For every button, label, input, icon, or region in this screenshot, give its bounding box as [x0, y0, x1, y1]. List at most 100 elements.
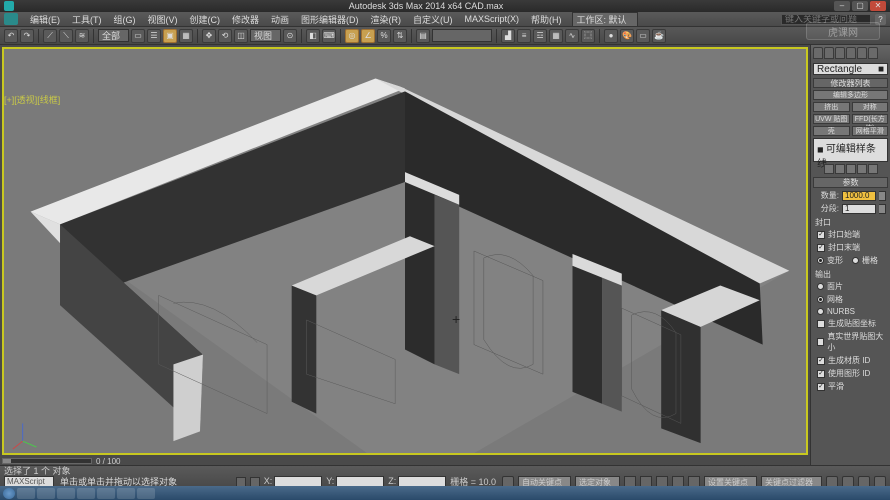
menu-view[interactable]: 视图(V)	[142, 13, 184, 26]
object-name-field[interactable]: Rectangle■	[813, 63, 888, 75]
spinner-snap-button[interactable]: ⇅	[393, 29, 407, 43]
render-setup-button[interactable]: 🎨	[620, 29, 634, 43]
menu-edit[interactable]: 编辑(E)	[24, 13, 66, 26]
taskbar-explorer[interactable]	[17, 488, 35, 499]
help-search-input[interactable]	[781, 14, 871, 25]
grid-radio[interactable]	[852, 257, 859, 264]
modifier-list-dropdown[interactable]: 修改器列表	[813, 78, 888, 88]
named-selection-sets-button[interactable]: ▤	[416, 29, 430, 43]
smooth-checkbox[interactable]: ✓	[817, 383, 825, 391]
output-patch-radio[interactable]	[817, 283, 824, 290]
amount-spin-buttons[interactable]	[879, 191, 886, 201]
motion-tab[interactable]	[846, 47, 856, 59]
mod-btn-shell[interactable]: 壳	[813, 126, 850, 136]
bind-space-warp-button[interactable]: ≋	[75, 29, 89, 43]
gen-matid-checkbox[interactable]: ✓	[817, 357, 825, 365]
render-production-button[interactable]: ☕	[652, 29, 666, 43]
real-world-checkbox[interactable]	[817, 338, 824, 346]
mod-btn-uvw[interactable]: UVW 贴图	[813, 114, 850, 124]
close-button[interactable]: ✕	[870, 1, 886, 11]
menu-tools[interactable]: 工具(T)	[66, 13, 108, 26]
show-end-result-button[interactable]	[835, 164, 845, 174]
undo-button[interactable]: ↶	[4, 29, 18, 43]
viewport-label[interactable]: [+][透视][线框]	[4, 93, 60, 106]
use-pivot-center-button[interactable]: ⊙	[283, 29, 297, 43]
amount-spinner[interactable]: 1000.0	[842, 191, 876, 201]
select-by-name-button[interactable]: ☰	[147, 29, 161, 43]
display-tab[interactable]	[857, 47, 867, 59]
keyboard-shortcut-override-button[interactable]: ⌨	[322, 29, 336, 43]
mod-btn-meshsmooth[interactable]: 网格平滑	[852, 126, 889, 136]
create-tab[interactable]	[813, 47, 823, 59]
curve-editor-button[interactable]: ∿	[565, 29, 579, 43]
taskbar-folder[interactable]	[37, 488, 55, 499]
link-button[interactable]: ⟋	[43, 29, 57, 43]
maximize-button[interactable]: ▢	[852, 1, 868, 11]
minimize-button[interactable]: –	[834, 1, 850, 11]
taskbar-app-1[interactable]	[57, 488, 75, 499]
window-crossing-button[interactable]: ▦	[179, 29, 193, 43]
menu-create[interactable]: 创建(C)	[184, 13, 227, 26]
workspace-selector[interactable]: 工作区: 默认	[572, 12, 638, 27]
mod-btn-extrude[interactable]: 挤出	[813, 102, 850, 112]
graphite-ribbon-button[interactable]: ▦	[549, 29, 563, 43]
taskbar-photoshop[interactable]	[97, 488, 115, 499]
pin-stack-button[interactable]	[824, 164, 834, 174]
use-shape-id-checkbox[interactable]: ✓	[817, 370, 825, 378]
menu-graph-editors[interactable]: 图形编辑器(D)	[295, 13, 365, 26]
select-and-manipulate-button[interactable]: ◧	[306, 29, 320, 43]
cap-start-checkbox[interactable]: ✓	[817, 231, 825, 239]
select-object-button[interactable]: ▭	[131, 29, 145, 43]
align-button[interactable]: ≡	[517, 29, 531, 43]
material-editor-button[interactable]: ●	[604, 29, 618, 43]
named-selection-dropdown[interactable]	[432, 29, 492, 42]
gen-mapping-checkbox[interactable]	[817, 320, 825, 328]
modifier-stack[interactable]: ◼ 可编辑样条线	[813, 138, 888, 162]
start-button[interactable]	[3, 488, 15, 499]
menu-group[interactable]: 组(G)	[108, 13, 142, 26]
cap-end-checkbox[interactable]: ✓	[817, 244, 825, 252]
hierarchy-tab[interactable]	[835, 47, 845, 59]
menu-help[interactable]: 帮助(H)	[525, 13, 568, 26]
taskbar-app-3[interactable]	[117, 488, 135, 499]
segments-spinner[interactable]: 1	[842, 204, 876, 214]
taskbar-3dsmax[interactable]	[137, 488, 155, 499]
menu-maxscript[interactable]: MAXScript(X)	[459, 14, 526, 24]
menu-rendering[interactable]: 渲染(R)	[365, 13, 408, 26]
reference-coord-system[interactable]: 视图	[250, 29, 281, 42]
remove-modifier-button[interactable]	[857, 164, 867, 174]
angle-snap-button[interactable]: ∠	[361, 29, 375, 43]
configure-sets-button[interactable]	[868, 164, 878, 174]
rendered-frame-button[interactable]: ▭	[636, 29, 650, 43]
help-button[interactable]: ?	[875, 14, 886, 25]
utilities-tab[interactable]	[868, 47, 878, 59]
application-menu-icon[interactable]	[4, 13, 18, 25]
absolute-relative-button[interactable]	[250, 477, 260, 487]
menu-customize[interactable]: 自定义(U)	[407, 13, 459, 26]
schematic-view-button[interactable]: ⿴	[581, 29, 595, 43]
percent-snap-button[interactable]: %	[377, 29, 391, 43]
output-nurbs-radio[interactable]	[817, 308, 824, 315]
snap-toggle-button[interactable]: ◎	[345, 29, 359, 43]
mirror-button[interactable]: ▟	[501, 29, 515, 43]
mod-btn-symmetry[interactable]: 对称	[852, 102, 889, 112]
segments-spin-buttons[interactable]	[879, 204, 886, 214]
redo-button[interactable]: ↷	[20, 29, 34, 43]
mod-btn-ffd[interactable]: FFD(长方体)	[852, 114, 889, 124]
perspective-viewport[interactable]: +	[2, 47, 808, 455]
modify-tab[interactable]	[824, 47, 834, 59]
morph-radio[interactable]	[817, 257, 824, 264]
unlink-button[interactable]: ⟍	[59, 29, 73, 43]
layer-manager-button[interactable]: ☲	[533, 29, 547, 43]
output-mesh-radio[interactable]	[817, 296, 824, 303]
menu-modifiers[interactable]: 修改器	[226, 13, 265, 26]
selection-lock-button[interactable]	[236, 477, 246, 487]
select-region-button[interactable]: ▣	[163, 29, 177, 43]
selection-filter[interactable]: 全部	[98, 29, 129, 42]
make-unique-button[interactable]	[846, 164, 856, 174]
menu-animation[interactable]: 动画	[265, 13, 295, 26]
select-and-move-button[interactable]: ✥	[202, 29, 216, 43]
parameters-rollout[interactable]: 参数	[813, 177, 888, 188]
taskbar-app-2[interactable]	[77, 488, 95, 499]
mod-btn-editpoly[interactable]: 编辑多边形	[813, 90, 888, 100]
